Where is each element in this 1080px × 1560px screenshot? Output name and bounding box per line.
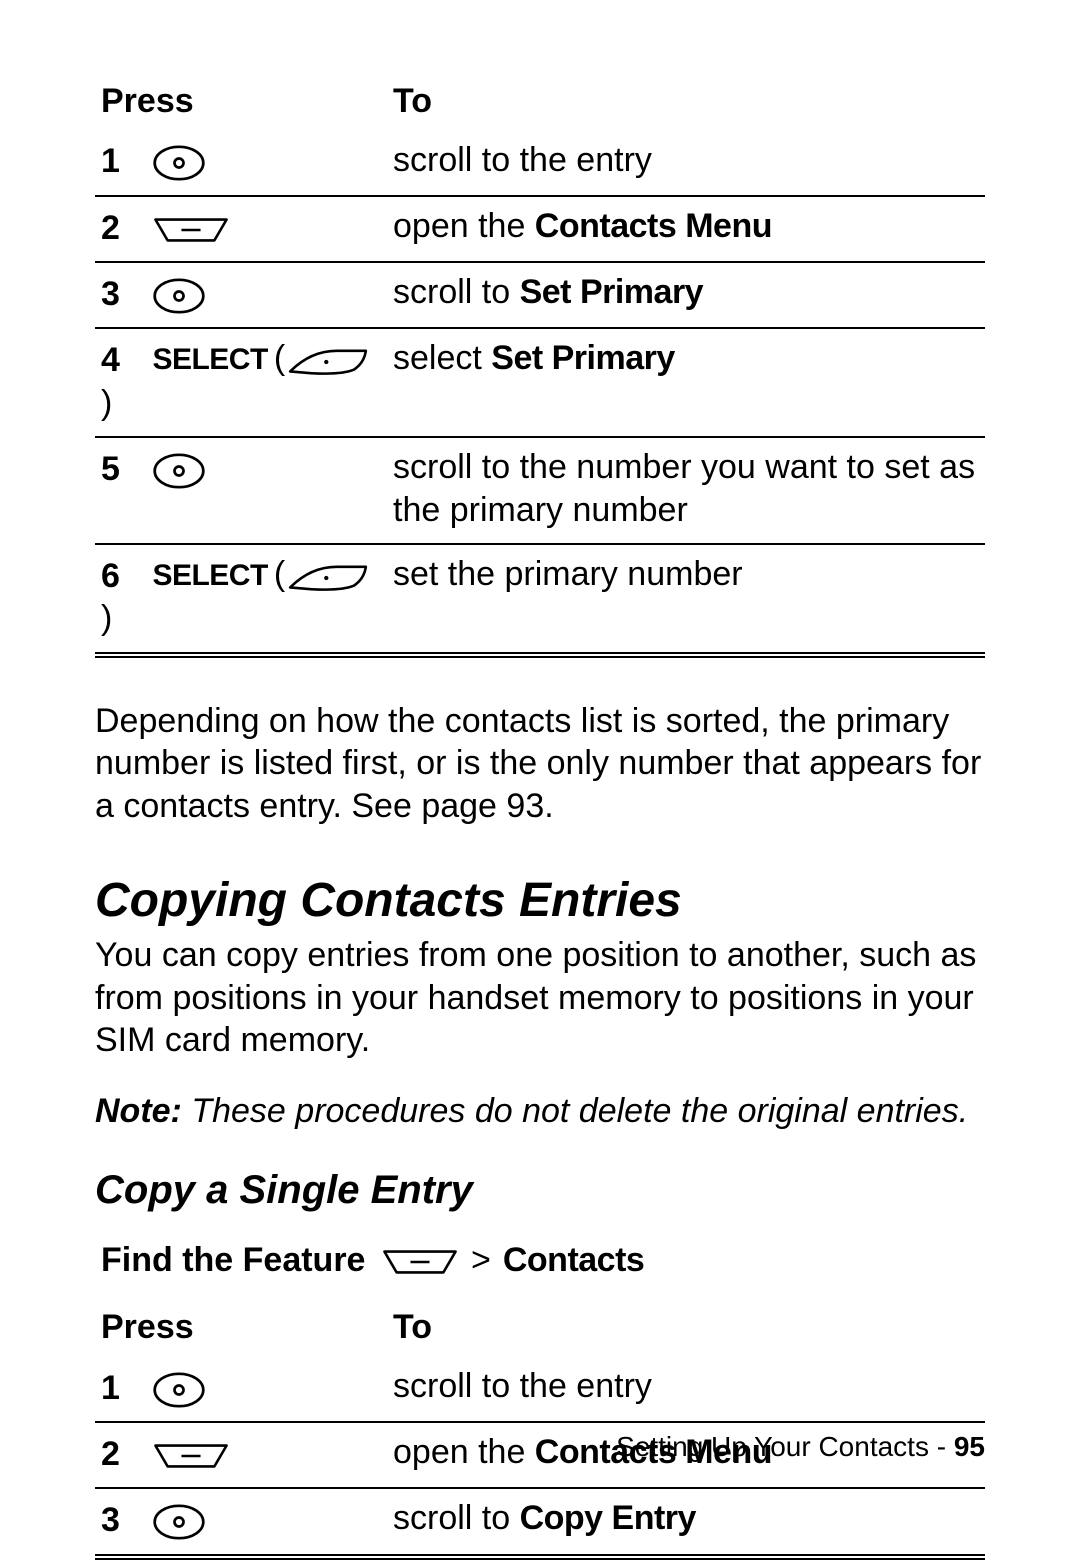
- step-number: 5: [101, 448, 143, 491]
- table-row: 4 SELECT() select Set Primary: [95, 328, 985, 437]
- menu-name: Set Primary: [520, 273, 704, 311]
- find-feature-row: Find the Feature > Contacts: [101, 1241, 985, 1280]
- menu-key-icon: [152, 1433, 230, 1476]
- manual-page: Press To 1 scroll to the entry 2: [0, 0, 1080, 1525]
- table-row: 3 scroll to Copy Entry: [95, 1488, 985, 1556]
- table-row: 5 scroll to the number you want to set a…: [95, 437, 985, 544]
- menu-key-icon: [152, 207, 230, 250]
- menu-key-icon: [381, 1241, 459, 1280]
- step-action: set the primary number: [393, 555, 743, 593]
- select-label: SELECT: [152, 559, 267, 592]
- feature-target: Contacts: [503, 1241, 644, 1280]
- step-number: 3: [101, 1499, 143, 1542]
- menu-name: Set Primary: [491, 339, 675, 377]
- open-paren: (: [274, 555, 285, 593]
- step-action: open the: [393, 207, 535, 245]
- menu-name: Copy Entry: [520, 1499, 696, 1537]
- step-action: select: [393, 339, 491, 377]
- nav-key-icon: [152, 448, 206, 491]
- step-number: 4: [101, 339, 143, 382]
- footer-section: Setting Up Your Contacts -: [616, 1431, 954, 1462]
- close-paren: ): [101, 384, 112, 422]
- nav-key-icon: [152, 140, 206, 183]
- page-footer: Setting Up Your Contacts - 95: [616, 1431, 985, 1463]
- step-action: scroll to: [393, 1499, 520, 1537]
- nav-key-icon: [152, 273, 206, 316]
- table-row: 3 scroll to Set Primary: [95, 262, 985, 328]
- step-number: 3: [101, 273, 143, 316]
- section-intro: You can copy entries from one position t…: [95, 934, 985, 1062]
- col-header-press: Press: [95, 80, 387, 131]
- feature-path: > Contacts: [381, 1241, 644, 1280]
- step-number: 1: [101, 1367, 143, 1410]
- table-row: 1 scroll to the entry: [95, 1357, 985, 1422]
- note-text: These procedures do not delete the origi…: [182, 1092, 968, 1130]
- step-action: scroll to the entry: [393, 141, 652, 179]
- nav-key-icon: [152, 1499, 206, 1542]
- softkey-icon: [285, 339, 371, 382]
- softkey-icon: [285, 555, 371, 598]
- step-action: scroll to the number you want to set as …: [393, 448, 975, 529]
- page-number: 95: [954, 1431, 985, 1462]
- col-header-press: Press: [95, 1306, 387, 1357]
- nav-key-icon: [152, 1367, 206, 1410]
- steps-table-set-primary: Press To 1 scroll to the entry 2: [95, 80, 985, 658]
- table-row: 1 scroll to the entry: [95, 131, 985, 196]
- step-action: scroll to: [393, 273, 520, 311]
- step-action: scroll to the entry: [393, 1367, 652, 1405]
- chevron-right-icon: >: [471, 1241, 491, 1280]
- table-row: 6 SELECT() set the primary number: [95, 544, 985, 655]
- subsection-heading: Copy a Single Entry: [95, 1168, 985, 1213]
- open-paren: (: [274, 339, 285, 377]
- select-label: SELECT: [152, 343, 267, 376]
- step-number: 2: [101, 1433, 143, 1476]
- col-header-to: To: [387, 80, 985, 131]
- step-number: 2: [101, 207, 143, 250]
- table-row: 2 open the Contacts Menu: [95, 196, 985, 262]
- step-number: 6: [101, 555, 143, 598]
- step-action: open the: [393, 1433, 535, 1471]
- col-header-to: To: [387, 1306, 985, 1357]
- note-paragraph: Note: These procedures do not delete the…: [95, 1090, 985, 1133]
- find-feature-label: Find the Feature: [101, 1241, 381, 1280]
- note-label: Note:: [95, 1092, 182, 1130]
- close-paren: ): [101, 599, 112, 637]
- step-number: 1: [101, 140, 143, 183]
- section-heading: Copying Contacts Entries: [95, 873, 985, 928]
- menu-name: Contacts Menu: [535, 207, 772, 245]
- body-paragraph: Depending on how the contacts list is so…: [95, 700, 985, 828]
